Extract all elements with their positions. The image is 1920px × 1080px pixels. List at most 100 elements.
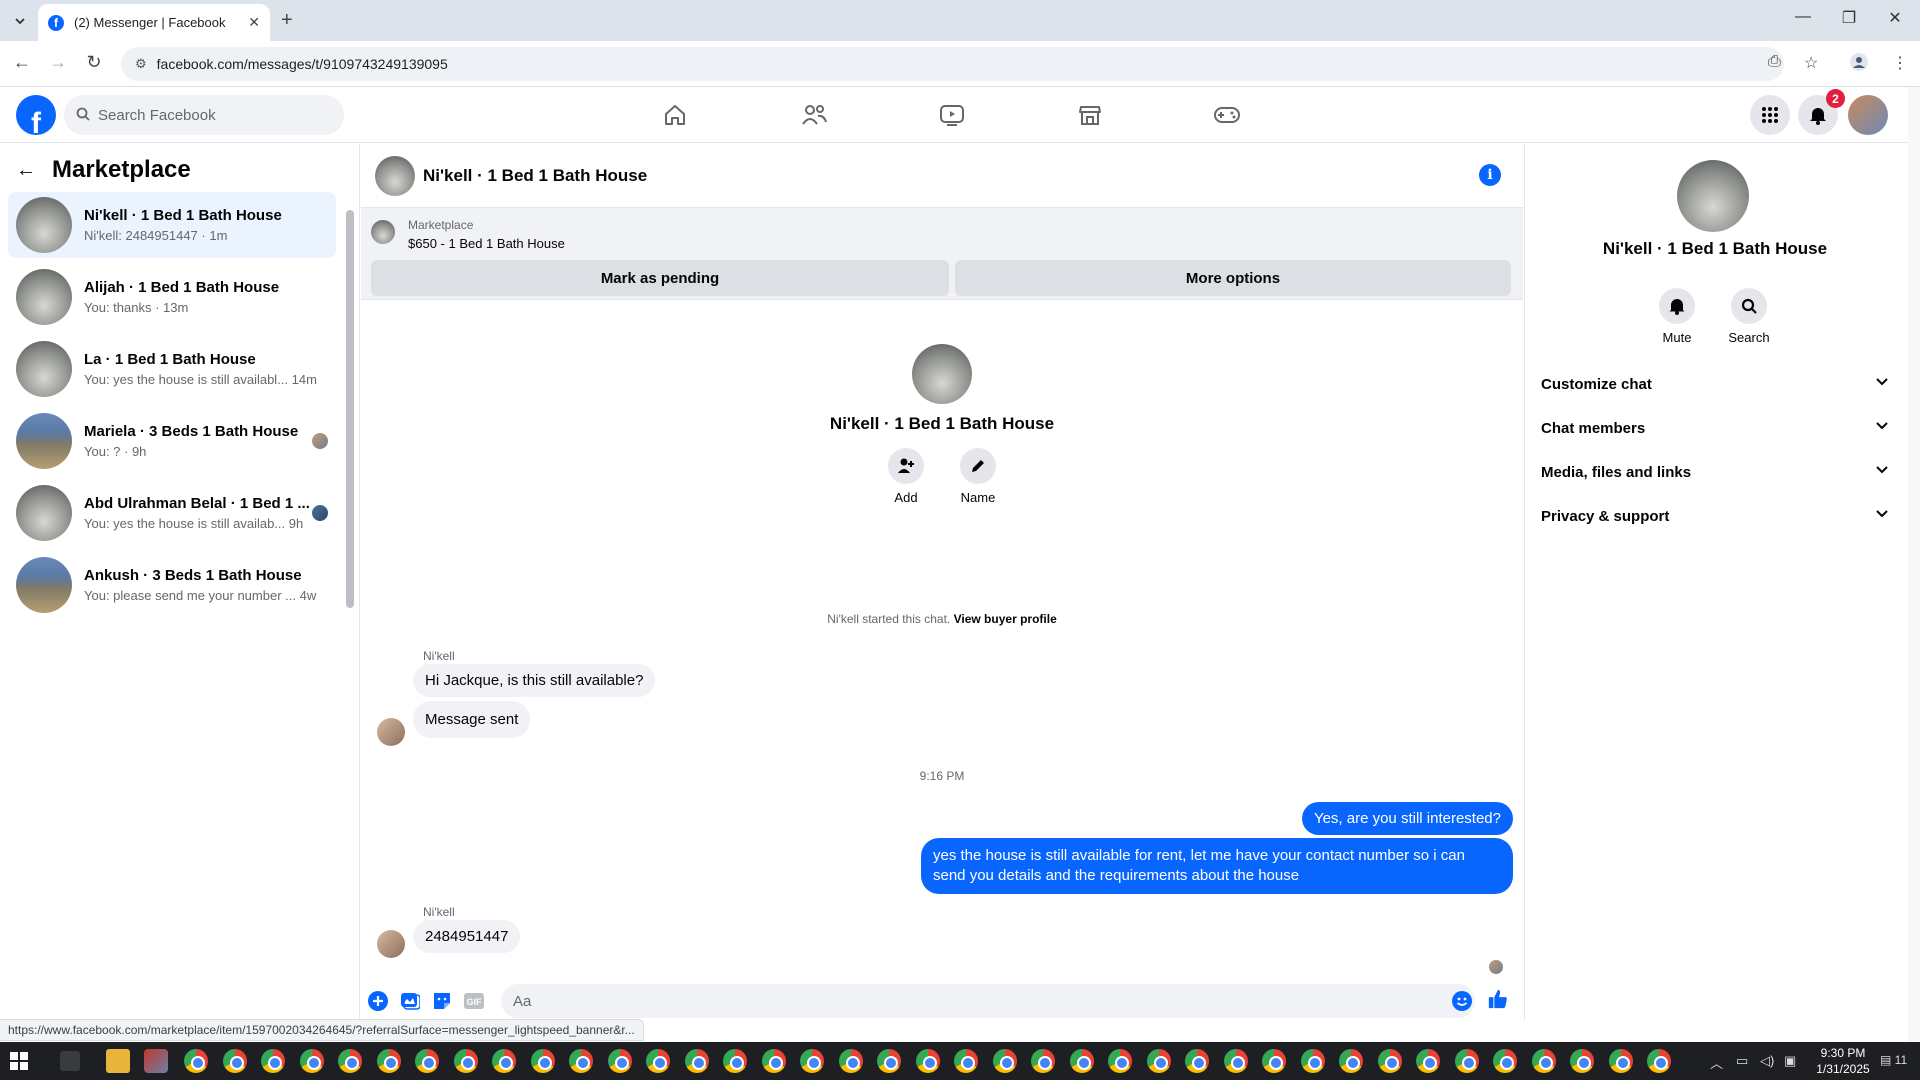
facebook-logo-icon[interactable]: f xyxy=(16,95,56,135)
restore-window-icon[interactable]: ❐ xyxy=(1826,8,1872,28)
chrome-taskbar-icon[interactable] xyxy=(1185,1049,1209,1073)
chrome-taskbar-icon[interactable] xyxy=(838,1049,863,1073)
chrome-taskbar-icon[interactable] xyxy=(1608,1049,1633,1073)
chrome-taskbar-icon[interactable] xyxy=(569,1049,593,1073)
browser-menu-kebab-icon[interactable]: ⋮ xyxy=(1892,53,1908,73)
conversation-row[interactable]: Alijah · 1 Bed 1 Bath House You: thanks … xyxy=(8,264,336,330)
friends-icon[interactable] xyxy=(794,99,834,131)
marketplace-icon[interactable] xyxy=(1070,99,1110,131)
thumbs-up-icon[interactable] xyxy=(1487,988,1509,1010)
sticker-icon[interactable] xyxy=(431,990,453,1012)
chrome-taskbar-icon[interactable] xyxy=(684,1049,709,1073)
chrome-taskbar-icon[interactable] xyxy=(415,1049,439,1073)
chrome-taskbar-icon[interactable] xyxy=(1570,1049,1594,1073)
reload-icon[interactable]: ↻ xyxy=(82,52,106,73)
facebook-search-input[interactable]: Search Facebook xyxy=(64,95,344,135)
listing-thumbnail[interactable] xyxy=(371,220,395,244)
sidebar-scrollbar-thumb[interactable] xyxy=(346,210,354,608)
close-window-icon[interactable]: ✕ xyxy=(1872,8,1918,28)
chrome-taskbar-icon[interactable] xyxy=(222,1049,247,1073)
edit-name-button[interactable]: Name xyxy=(960,448,996,505)
chrome-taskbar-icon[interactable] xyxy=(1416,1049,1440,1073)
home-icon[interactable] xyxy=(655,99,695,131)
back-arrow-icon[interactable]: ← xyxy=(10,52,34,73)
conversation-info-icon[interactable]: i xyxy=(1479,164,1501,186)
more-options-button[interactable]: More options xyxy=(955,260,1511,296)
display-icon[interactable]: ▣ xyxy=(1784,1053,1796,1069)
conversation-row[interactable]: La · 1 Bed 1 Bath House You: yes the hou… xyxy=(8,336,336,402)
incoming-message[interactable]: Hi Jackque, is this still available? xyxy=(413,664,656,697)
chrome-taskbar-icon[interactable] xyxy=(1339,1049,1363,1073)
browser-tab-messenger[interactable]: f (2) Messenger | Facebook ✕ xyxy=(38,4,270,41)
chrome-taskbar-icon[interactable] xyxy=(1377,1049,1402,1073)
chrome-taskbar-icon[interactable] xyxy=(761,1049,786,1073)
view-buyer-profile-link[interactable]: View buyer profile xyxy=(954,612,1057,626)
chat-members-section[interactable]: Chat members xyxy=(1541,410,1889,446)
message-input[interactable] xyxy=(501,984,1475,1018)
chrome-taskbar-icon[interactable] xyxy=(607,1049,632,1073)
show-hidden-icons-chevron-icon[interactable]: ︿ xyxy=(1710,1053,1723,1072)
chrome-taskbar-icon[interactable] xyxy=(1531,1049,1556,1073)
back-arrow-icon[interactable]: ← xyxy=(16,159,36,182)
chrome-taskbar-icon[interactable] xyxy=(376,1049,401,1073)
incoming-message[interactable]: 2484951447 xyxy=(413,920,521,953)
media-files-links-section[interactable]: Media, files and links xyxy=(1541,454,1889,490)
search-in-conversation-button[interactable]: Search xyxy=(1719,288,1779,345)
sender-avatar[interactable] xyxy=(377,718,405,746)
page-scrollbar[interactable] xyxy=(1908,87,1920,1042)
chrome-taskbar-icon[interactable] xyxy=(299,1049,324,1073)
account-avatar[interactable] xyxy=(1848,95,1888,135)
chrome-taskbar-icon[interactable] xyxy=(1647,1049,1671,1073)
mute-button[interactable]: Mute xyxy=(1647,288,1707,345)
chrome-taskbar-icon[interactable] xyxy=(1223,1049,1248,1073)
customize-chat-section[interactable]: Customize chat xyxy=(1541,366,1889,402)
chrome-taskbar-icon[interactable] xyxy=(1300,1049,1325,1073)
minimize-window-icon[interactable]: — xyxy=(1780,8,1826,26)
chrome-taskbar-icon[interactable] xyxy=(261,1049,285,1073)
chrome-taskbar-icon[interactable] xyxy=(530,1049,555,1073)
chrome-taskbar-icon[interactable] xyxy=(1069,1049,1094,1073)
listing-title[interactable]: $650 - 1 Bed 1 Bath House xyxy=(408,236,565,251)
chat-avatar[interactable] xyxy=(375,155,415,196)
chrome-taskbar-icon[interactable] xyxy=(723,1049,747,1073)
chrome-taskbar-icon[interactable] xyxy=(800,1049,824,1073)
sender-avatar[interactable] xyxy=(377,930,405,958)
app-icon[interactable] xyxy=(144,1049,168,1073)
outgoing-message[interactable]: yes the house is still available for ren… xyxy=(921,838,1513,894)
install-app-icon[interactable]: ⎙ xyxy=(1768,53,1781,71)
gaming-icon[interactable] xyxy=(1207,99,1247,131)
chrome-taskbar-icon[interactable] xyxy=(1493,1049,1517,1073)
attach-photo-icon[interactable] xyxy=(399,990,421,1012)
chat-title[interactable]: Ni'kell · 1 Bed 1 Bath House xyxy=(423,166,647,186)
chrome-taskbar-icon[interactable] xyxy=(338,1049,362,1073)
windows-start-icon[interactable] xyxy=(10,1052,28,1070)
conversation-row[interactable]: Abd Ulrahman Belal · 1 Bed 1 ... You: ye… xyxy=(8,480,336,546)
profile-icon[interactable] xyxy=(1850,53,1868,76)
tab-search-chevron-icon[interactable] xyxy=(9,10,31,32)
chrome-taskbar-icon[interactable] xyxy=(184,1049,208,1073)
chrome-taskbar-icon[interactable] xyxy=(453,1049,478,1073)
address-bar[interactable]: ⚙ facebook.com/messages/t/91097432491390… xyxy=(121,47,1784,81)
chrome-taskbar-icon[interactable] xyxy=(877,1049,901,1073)
chrome-taskbar-icon[interactable] xyxy=(915,1049,940,1073)
chrome-taskbar-icon[interactable] xyxy=(954,1049,978,1073)
close-tab-icon[interactable]: ✕ xyxy=(248,14,260,31)
action-center-icon[interactable]: ▤ 11 xyxy=(1880,1053,1907,1067)
add-people-button[interactable]: Add xyxy=(888,448,924,505)
privacy-support-section[interactable]: Privacy & support xyxy=(1541,498,1889,534)
mark-as-pending-button[interactable]: Mark as pending xyxy=(371,260,949,296)
bookmark-star-icon[interactable]: ☆ xyxy=(1804,53,1818,73)
taskbar-clock[interactable]: 9:30 PM 1/31/2025 xyxy=(1798,1045,1888,1077)
chrome-taskbar-icon[interactable] xyxy=(1262,1049,1286,1073)
task-view-icon[interactable] xyxy=(60,1051,80,1071)
site-settings-icon[interactable]: ⚙ xyxy=(135,56,147,72)
incoming-message[interactable]: Message sent xyxy=(413,701,531,738)
emoji-icon[interactable] xyxy=(1451,990,1473,1012)
conversation-row[interactable]: Ni'kell · 1 Bed 1 Bath House Ni'kell: 24… xyxy=(8,192,336,258)
video-icon[interactable] xyxy=(932,99,972,131)
sidebar-scrollbar[interactable] xyxy=(346,192,354,612)
network-icon[interactable]: ▭ xyxy=(1736,1053,1748,1069)
more-actions-plus-icon[interactable] xyxy=(367,990,389,1012)
gif-icon[interactable]: GIF xyxy=(463,990,485,1012)
chrome-taskbar-icon[interactable] xyxy=(1454,1049,1479,1073)
